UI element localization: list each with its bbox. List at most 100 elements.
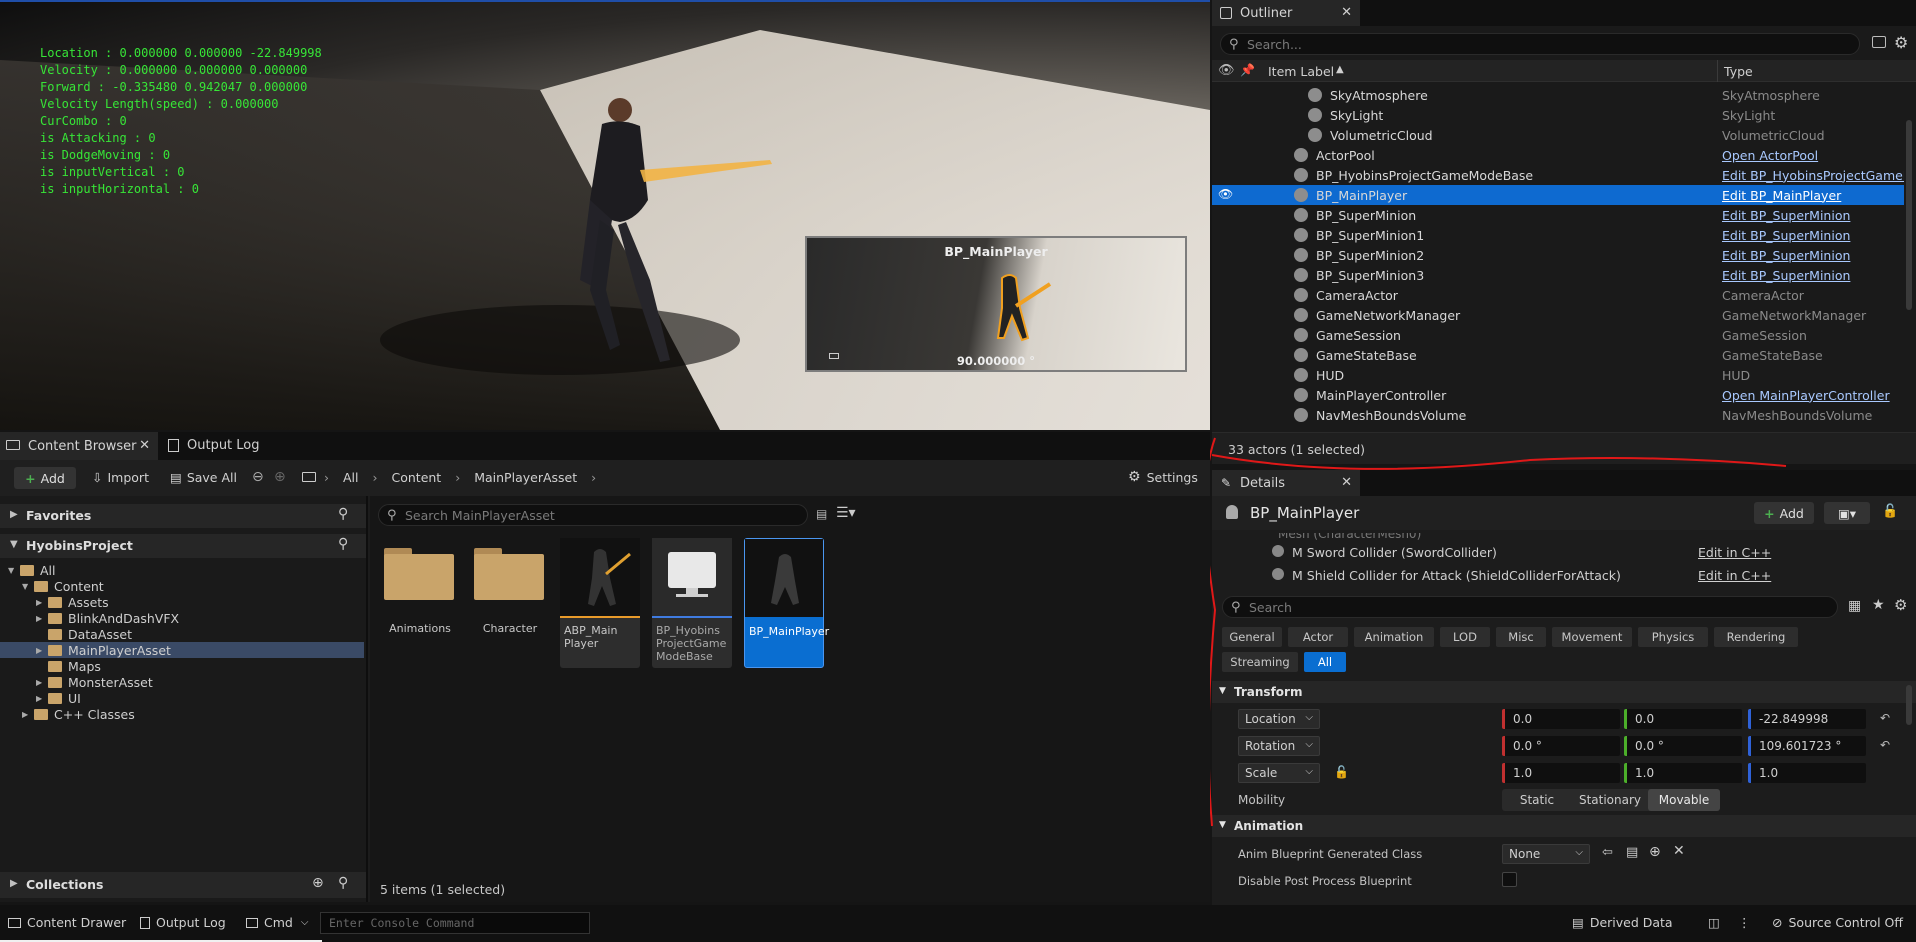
add-collection-icon[interactable]: ⊕ [312, 875, 324, 891]
asset-search-input[interactable]: ⚲ Search MainPlayerAsset [378, 504, 808, 526]
outliner-row-type-link[interactable]: Edit BP_HyobinsProjectGameM [1722, 168, 1904, 183]
tree-folder-item[interactable]: ▶ C++ Classes [0, 706, 364, 722]
search-icon[interactable]: ⚲ [338, 875, 348, 891]
outliner-row[interactable]: BP_SuperMinion Edit BP_SuperMinion [1212, 205, 1904, 225]
outliner-search-input[interactable]: ⚲ Search... [1220, 33, 1860, 55]
visibility-eye-icon[interactable]: 👁 [1218, 63, 1235, 78]
save-all-button[interactable]: ▤ Save All [170, 470, 237, 485]
gear-icon[interactable]: ⚙ [1894, 33, 1908, 52]
tree-folder-item[interactable]: ▶ UI [0, 690, 364, 706]
outliner-row[interactable]: BP_SuperMinion3 Edit BP_SuperMinion [1212, 265, 1904, 285]
details-scrollbar[interactable] [1906, 685, 1912, 725]
tree-arrow-icon[interactable]: ▶ [36, 598, 48, 607]
close-icon[interactable]: ✕ [1341, 5, 1352, 20]
tree-folder-item[interactable]: ▶ BlinkAndDashVFX [0, 610, 364, 626]
column-type[interactable]: Type [1724, 64, 1753, 79]
asset-tile-abp-main-player[interactable]: ABP_Main Player [560, 538, 640, 668]
column-item-label[interactable]: Item Label [1268, 64, 1334, 79]
forward-icon[interactable]: ⊕ [274, 469, 286, 485]
reset-location-icon[interactable]: ↶ [1880, 711, 1890, 725]
add-button[interactable]: + Add [14, 467, 76, 489]
tree-arrow-icon[interactable]: ▶ [36, 678, 48, 687]
console-input[interactable]: Enter Console Command [320, 912, 590, 934]
browse-icon[interactable]: ▤ [1626, 845, 1638, 860]
tree-arrow-icon[interactable]: ▼ [22, 582, 34, 591]
close-icon[interactable]: ✕ [139, 438, 150, 453]
tree-folder-item[interactable]: ▶ Assets [0, 594, 364, 610]
tree-arrow-icon[interactable]: ▼ [8, 566, 20, 575]
asset-tile-bp-gamemode[interactable]: BP_Hyobins ProjectGame ModeBase [652, 538, 732, 668]
tree-folder-item[interactable]: Maps [0, 658, 364, 674]
outliner-row[interactable]: SkyAtmosphere SkyAtmosphere [1212, 85, 1904, 105]
folder-tile-character[interactable] [474, 548, 544, 600]
tree-folder-item[interactable]: DataAsset [0, 626, 364, 642]
collections-header[interactable]: ▶ Collections ⊕ ⚲ [0, 872, 366, 898]
outliner-row[interactable]: GameStateBase GameStateBase [1212, 345, 1904, 365]
outliner-row-type-link[interactable]: Edit BP_SuperMinion [1722, 228, 1850, 243]
source-control-button[interactable]: ⊘ Source Control Off [1772, 915, 1903, 930]
settings-button[interactable]: ⚙ Settings [1128, 469, 1198, 485]
outliner-row-type-link[interactable]: Open MainPlayerController [1722, 388, 1890, 403]
blueprint-options-button[interactable]: ▣▾ [1824, 502, 1870, 524]
derived-data-button[interactable]: ▤ Derived Data [1572, 915, 1673, 930]
tab-output-log[interactable]: Output Log [168, 438, 260, 453]
outliner-row[interactable]: 👁 BP_MainPlayer Edit BP_MainPlayer [1212, 185, 1904, 205]
outliner-row-type-link[interactable]: Edit BP_SuperMinion [1722, 248, 1850, 263]
tree-arrow-icon[interactable]: ▶ [22, 710, 34, 719]
tab-content-browser[interactable]: Content Browser ✕ [0, 432, 158, 460]
tree-folder-item[interactable]: ▶ MainPlayerAsset [0, 642, 364, 658]
pin-icon[interactable]: 📌 [1240, 63, 1255, 77]
outliner-row[interactable]: BP_HyobinsProjectGameModeBase Edit BP_Hyo… [1212, 165, 1904, 185]
notifications-icon[interactable]: ◫ [1708, 915, 1720, 930]
import-button[interactable]: ⇩ Import [92, 470, 149, 485]
use-selected-icon[interactable]: ⇦ [1602, 845, 1613, 860]
tree-arrow-icon[interactable]: ▶ [36, 614, 48, 623]
outliner-row[interactable]: ActorPool Open ActorPool [1212, 145, 1904, 165]
outliner-row[interactable]: MainPlayerController Open MainPlayerContr… [1212, 385, 1904, 405]
table-view-icon[interactable]: ▦ [1848, 598, 1861, 614]
tree-folder-item[interactable]: ▼ Content [0, 578, 364, 594]
clear-icon[interactable]: ✕ [1673, 843, 1685, 859]
filter-icon[interactable]: ☰▾ [836, 505, 856, 521]
outliner-row-type-link[interactable]: Edit BP_MainPlayer [1722, 188, 1841, 203]
outliner-row[interactable]: NavMeshBoundsVolume NavMeshBoundsVolume [1212, 405, 1904, 425]
breadcrumb-mainplayerasset[interactable]: MainPlayerAsset [474, 470, 577, 485]
tab-outliner[interactable]: Outliner ✕ [1212, 0, 1360, 26]
breadcrumb-content[interactable]: Content [392, 470, 442, 485]
outliner-row[interactable]: BP_SuperMinion1 Edit BP_SuperMinion [1212, 225, 1904, 245]
tree-arrow-icon[interactable]: ▶ [36, 694, 48, 703]
tree-folder-item[interactable]: ▼ All [0, 562, 364, 578]
disable-pp-checkbox[interactable] [1502, 872, 1517, 887]
outliner-row[interactable]: HUD HUD [1212, 365, 1904, 385]
level-viewport[interactable]: Location : 0.000000 0.000000 -22.849998 … [0, 0, 1210, 430]
outliner-row-type-link[interactable]: Edit BP_SuperMinion [1722, 268, 1850, 283]
output-log-button[interactable]: Output Log [140, 915, 226, 930]
save-search-icon[interactable]: ▤ [816, 507, 827, 521]
add-folder-icon[interactable] [1872, 36, 1886, 48]
asset-tile-bp-mainplayer[interactable]: BP_MainPlayer [744, 538, 829, 668]
outliner-row-type-link[interactable]: Edit BP_SuperMinion [1722, 208, 1850, 223]
back-icon[interactable]: ⊖ [252, 469, 264, 485]
breadcrumb-all[interactable]: All [343, 470, 359, 485]
visibility-eye-icon[interactable]: 👁 [1218, 187, 1233, 201]
outliner-row-type-link[interactable]: Open ActorPool [1722, 148, 1818, 163]
tree-arrow-icon[interactable]: ▶ [36, 646, 48, 655]
outliner-row[interactable]: GameSession GameSession [1212, 325, 1904, 345]
search-icon[interactable]: ⚲ [338, 506, 348, 522]
outliner-scrollbar[interactable] [1906, 120, 1912, 310]
add-icon[interactable]: ⊕ [1649, 844, 1661, 860]
cmd-dropdown[interactable]: Cmd ⌵ [246, 915, 308, 930]
lock-icon[interactable]: 🔓 [1882, 504, 1898, 519]
favorites-header[interactable]: ▶ Favorites ⚲ [0, 504, 366, 528]
outliner-row[interactable]: CameraActor CameraActor [1212, 285, 1904, 305]
project-header[interactable]: ▼ HyobinsProject ⚲ [0, 534, 366, 558]
folder-tile-animations[interactable] [384, 548, 454, 600]
outliner-row[interactable]: VolumetricCloud VolumetricCloud [1212, 125, 1904, 145]
star-icon[interactable]: ★ [1872, 597, 1885, 613]
search-icon[interactable]: ⚲ [338, 536, 348, 552]
reset-rotation-icon[interactable]: ↶ [1880, 738, 1890, 752]
anim-bp-dropdown[interactable]: None ⌵ [1502, 844, 1590, 864]
outliner-row[interactable]: SkyLight SkyLight [1212, 105, 1904, 125]
tree-folder-item[interactable]: ▶ MonsterAsset [0, 674, 364, 690]
content-drawer-button[interactable]: Content Drawer [8, 915, 126, 930]
